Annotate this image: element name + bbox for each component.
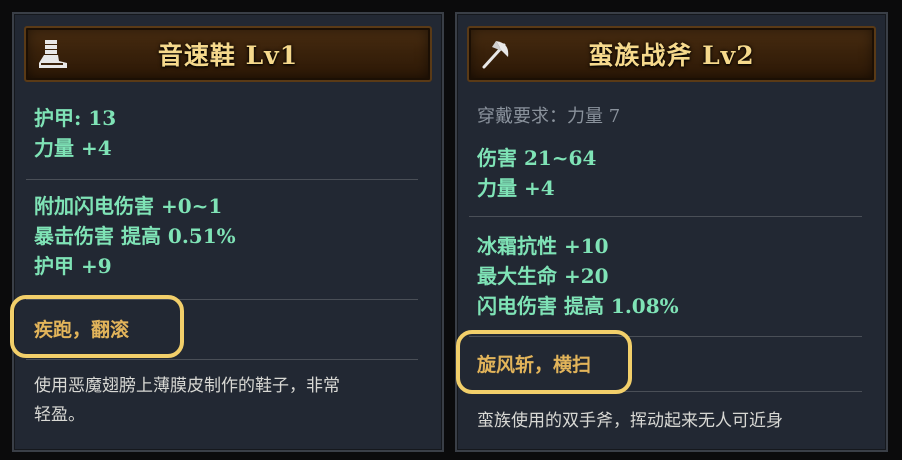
skills-highlight-circle: [10, 295, 184, 358]
bonus-crit-damage: 暴击伤害 提高 0.51%: [34, 224, 236, 248]
item-description: 蛮族使用的双手斧，挥动起来无人可近身: [477, 411, 783, 431]
bonus-frost-resist: 冰霜抗性 +10: [477, 234, 609, 258]
item-description-cont: 轻盈。: [34, 405, 85, 425]
equip-requirement: 穿戴要求：力量 7: [477, 106, 621, 127]
divider: [26, 179, 418, 180]
stat-damage: 伤害 21~64: [477, 146, 597, 170]
item-title: 蛮族战斧 Lv2: [588, 41, 755, 70]
skills-highlight-circle: [456, 330, 632, 394]
item-description: 使用恶魔翅膀上薄膜皮制作的鞋子，非常: [34, 376, 340, 396]
bonus-lightning-damage: 闪电伤害 提高 1.08%: [477, 294, 679, 318]
divider: [469, 216, 862, 217]
bonus-lightning-damage: 附加闪电伤害 +0~1: [34, 194, 223, 218]
bonus-max-life: 最大生命 +20: [477, 264, 609, 288]
item-tooltip-boots: 音速鞋 Lv1 护甲: 13 力量 +4 附加闪电伤害 +0~1 暴击伤害 提高…: [12, 12, 444, 452]
divider: [26, 359, 418, 360]
item-header: 音速鞋 Lv1: [24, 26, 432, 82]
stat-strength: 力量 +4: [34, 136, 112, 160]
item-title: 音速鞋 Lv1: [157, 41, 299, 70]
item-header: 蛮族战斧 Lv2: [467, 26, 876, 82]
bonus-armor: 护甲 +9: [34, 254, 112, 278]
stat-strength: 力量 +4: [477, 176, 555, 200]
stat-armor: 护甲: 13: [34, 106, 117, 130]
